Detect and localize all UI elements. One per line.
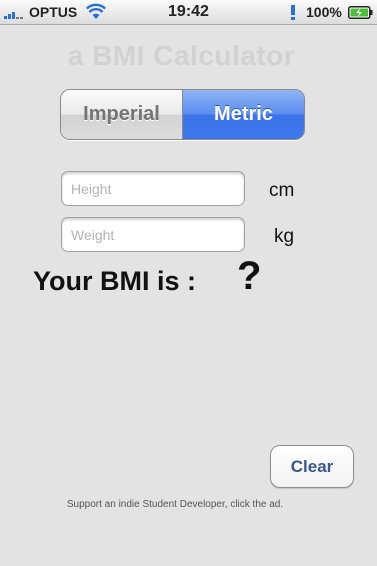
clear-button[interactable]: Clear [270,445,354,488]
battery-charging-icon [348,6,373,19]
weight-unit-label: kg [274,226,295,247]
support-developer-note: Support an indie Student Developer, clic… [66,499,284,510]
bmi-result-label: Your BMI is : [33,266,197,296]
bluetooth-icon [291,5,295,20]
height-input[interactable] [61,171,245,206]
metric-segment[interactable]: Metric [183,90,304,139]
weight-input[interactable] [61,217,245,252]
imperial-segment[interactable]: Imperial [61,90,183,139]
status-bar: OPTUS 19:42 100% [0,0,377,25]
battery-percentage: 100% [306,4,342,20]
height-unit-label: cm [269,180,295,201]
units-segmented-control[interactable]: Imperial Metric [60,89,305,140]
bmi-result-value: ? [237,254,262,298]
app-title: a BMI Calculator [67,40,296,71]
